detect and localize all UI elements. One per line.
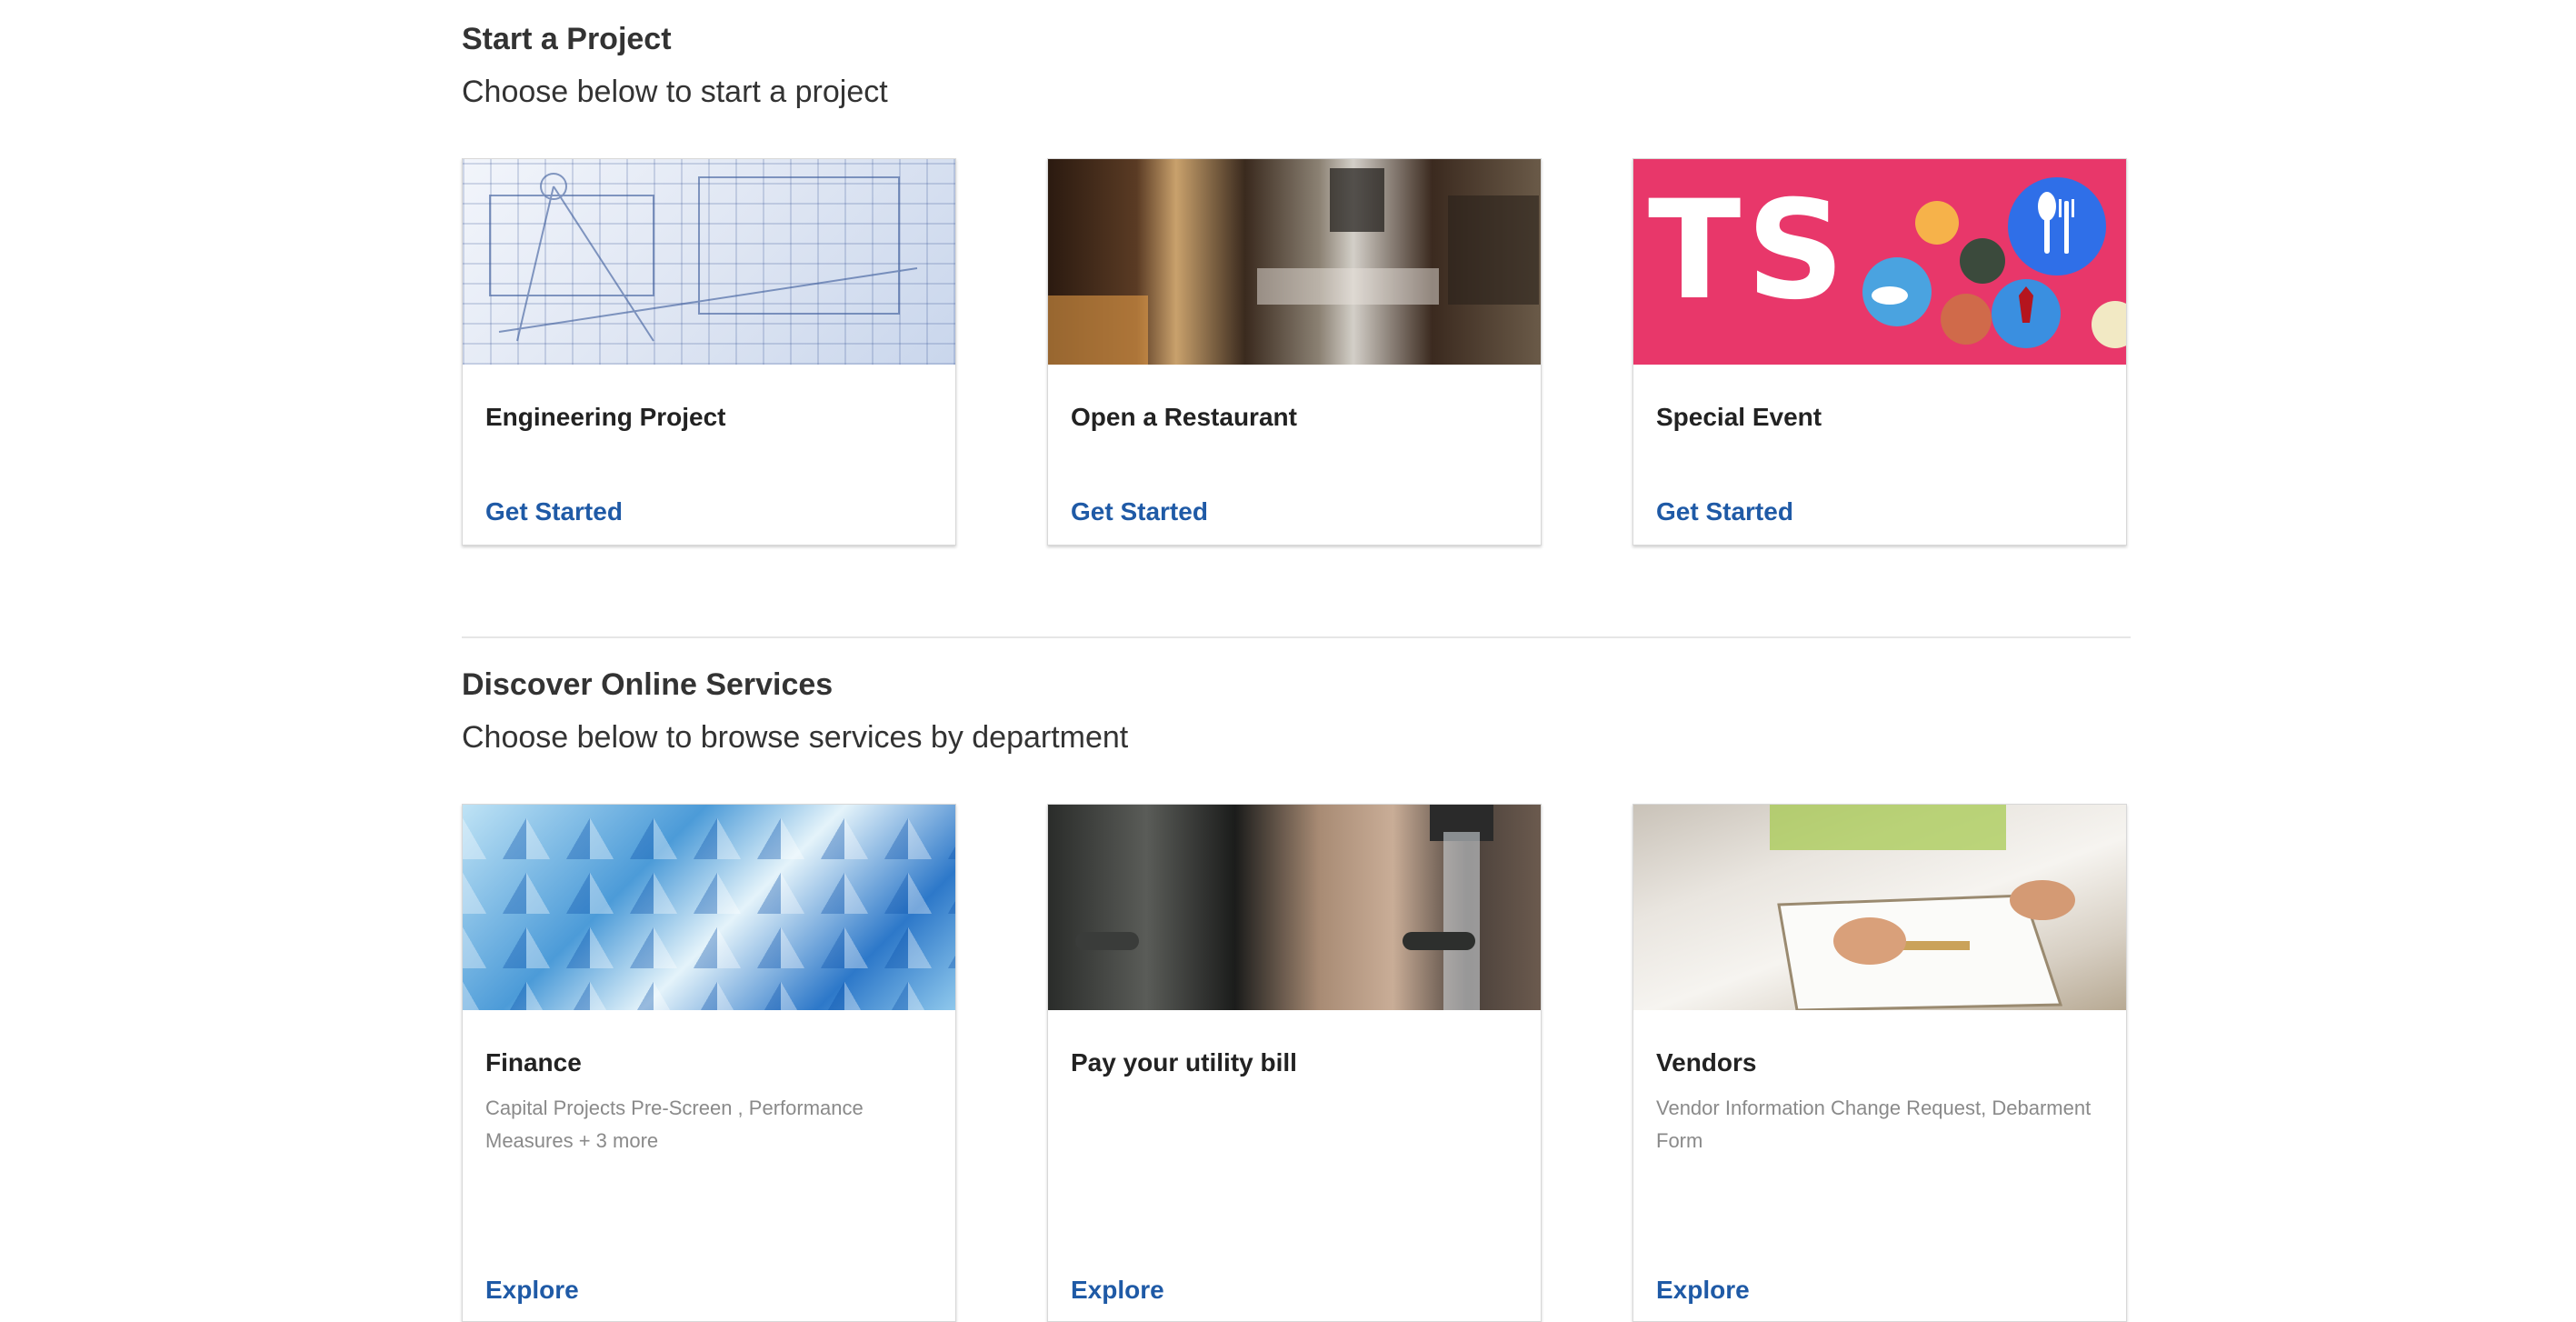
service-card-finance[interactable]: Finance Capital Projects Pre-Screen , Pe… bbox=[462, 804, 956, 1322]
ts-event-image: TS bbox=[1633, 159, 2126, 365]
card-title: Engineering Project bbox=[485, 403, 726, 431]
section-divider bbox=[462, 636, 2131, 638]
projects-cards: Engineering Project Get Started Open a R… bbox=[462, 158, 2131, 546]
service-card-vendors[interactable]: Vendors Vendor Information Change Reques… bbox=[1632, 804, 2127, 1322]
section-subtitle: Choose below to browse services by depar… bbox=[462, 720, 1129, 755]
project-card-engineering[interactable]: Engineering Project Get Started bbox=[462, 158, 956, 546]
projects-section: Start a Project bbox=[462, 24, 672, 55]
service-card-utility[interactable]: Pay your utility bill Explore bbox=[1047, 804, 1542, 1322]
get-started-link[interactable]: Get Started bbox=[1656, 497, 1793, 526]
section-title: Discover Online Services bbox=[462, 667, 834, 702]
water-faucet-image bbox=[1048, 805, 1541, 1010]
card-title: Finance bbox=[485, 1048, 582, 1077]
event-icons bbox=[1862, 177, 2126, 348]
project-card-special-event[interactable]: TS Special Event Get Started bbox=[1632, 158, 2127, 546]
restaurant-image bbox=[1048, 159, 1541, 365]
card-title: Special Event bbox=[1656, 403, 1822, 431]
section-subtitle: Choose below to start a project bbox=[462, 75, 888, 109]
section-title: Start a Project bbox=[462, 22, 672, 56]
faucet-icon bbox=[1075, 805, 1493, 1010]
blueprint-image bbox=[463, 159, 955, 365]
clipboard-icon bbox=[1770, 805, 2075, 1010]
services-cards: Finance Capital Projects Pre-Screen , Pe… bbox=[462, 804, 2131, 1322]
project-card-restaurant[interactable]: Open a Restaurant Get Started bbox=[1047, 158, 1542, 546]
card-title: Vendors bbox=[1656, 1048, 1757, 1077]
explore-link[interactable]: Explore bbox=[1071, 1276, 1164, 1305]
card-description: Vendor Information Change Request, Debar… bbox=[1656, 1097, 2092, 1152]
services-section: Discover Online Services bbox=[462, 669, 833, 700]
get-started-link[interactable]: Get Started bbox=[485, 497, 623, 526]
card-title: Open a Restaurant bbox=[1071, 403, 1297, 431]
card-description: Capital Projects Pre-Screen , Performanc… bbox=[485, 1097, 864, 1152]
clipboard-writing-image bbox=[1633, 805, 2126, 1010]
blue-triangles-image bbox=[463, 805, 955, 1010]
blueprint-drawing-icon bbox=[489, 173, 918, 342]
explore-link[interactable]: Explore bbox=[485, 1276, 579, 1305]
restaurant-interior-icon bbox=[1048, 168, 1539, 365]
card-title: Pay your utility bill bbox=[1071, 1048, 1297, 1077]
get-started-link[interactable]: Get Started bbox=[1071, 497, 1208, 526]
explore-link[interactable]: Explore bbox=[1656, 1276, 1750, 1305]
